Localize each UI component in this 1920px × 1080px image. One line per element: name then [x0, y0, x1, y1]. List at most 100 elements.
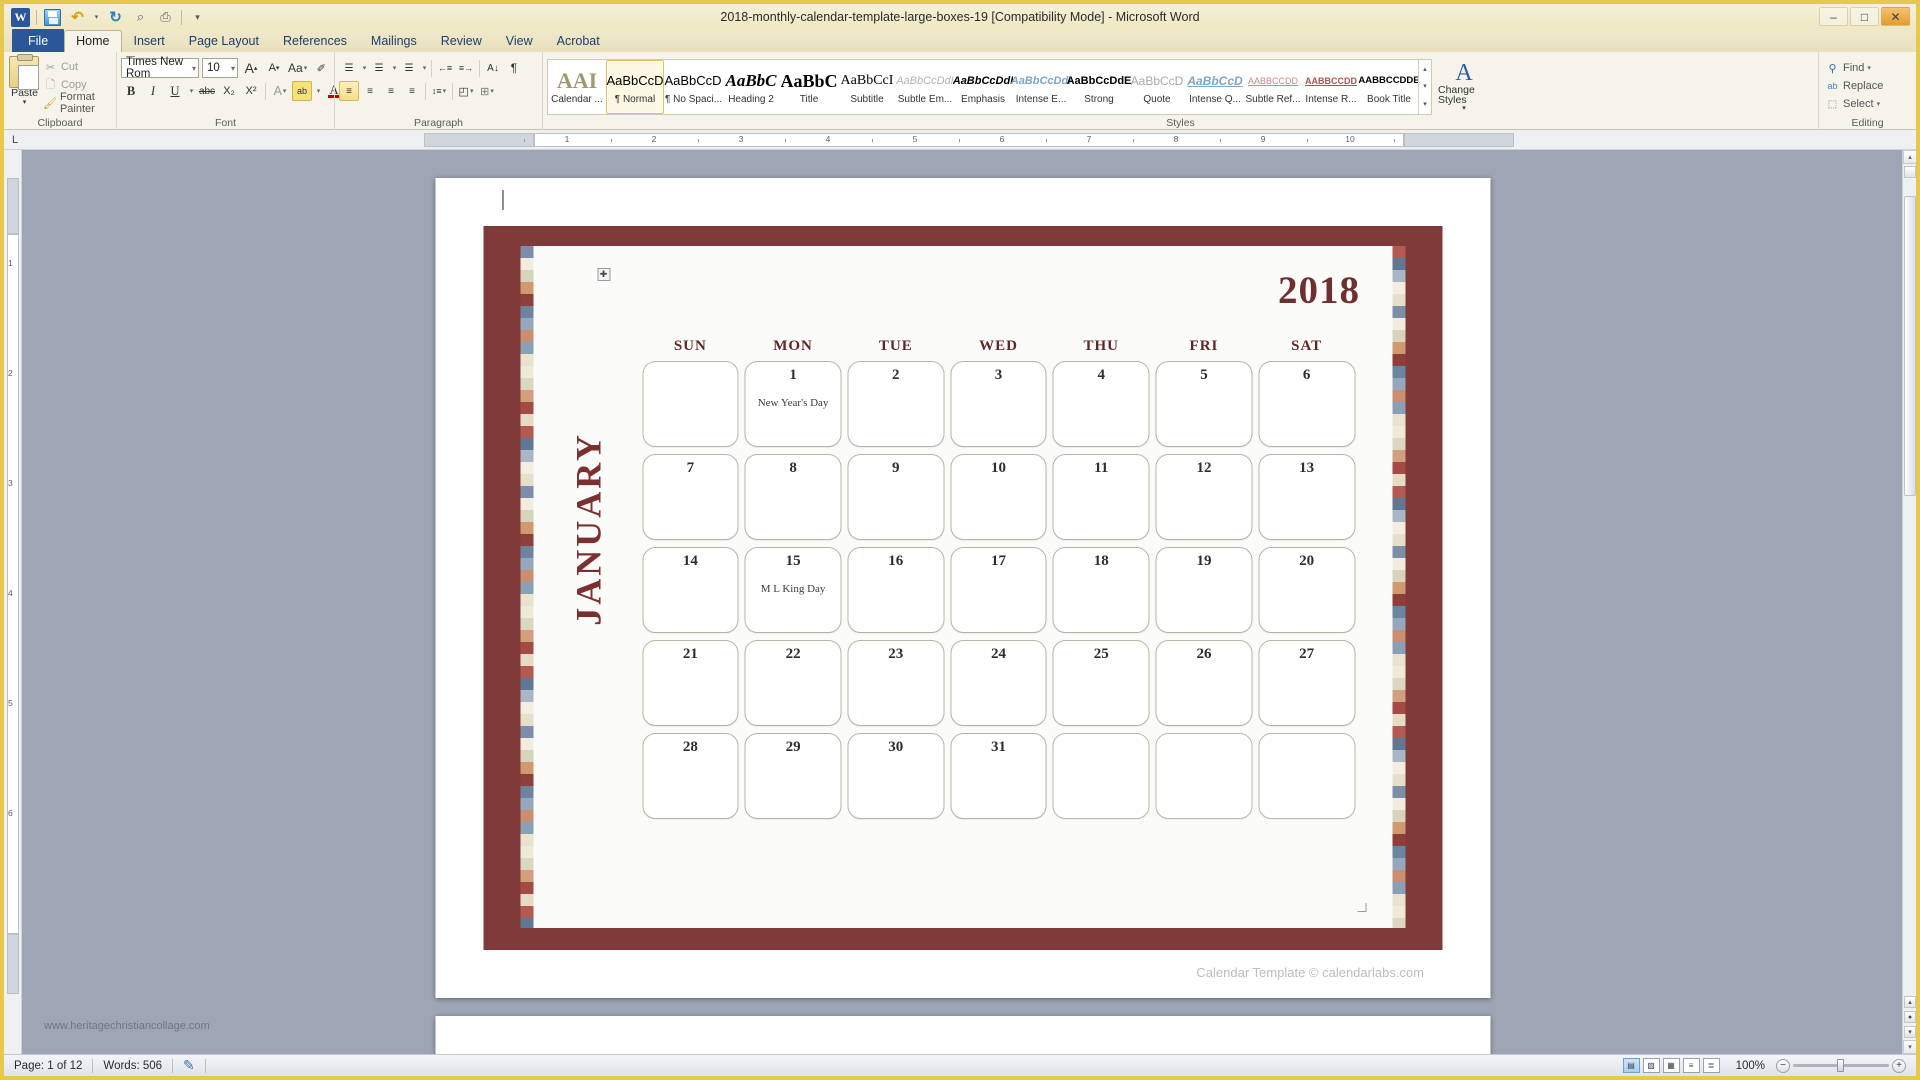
maximize-button[interactable]: □	[1850, 7, 1879, 26]
shrink-font-icon[interactable]: A ▾	[264, 58, 284, 78]
calendar-day-cell[interactable]: 5	[1155, 361, 1253, 447]
sort-icon[interactable]: A↓	[483, 58, 503, 78]
style-calendar[interactable]: AAI Calendar ...	[548, 60, 606, 114]
style-normal[interactable]: AaBbCcD ¶ Normal	[606, 59, 664, 114]
calendar-day-cell[interactable]: 22	[744, 640, 842, 726]
tab-review[interactable]: Review	[429, 30, 494, 52]
tab-references[interactable]: References	[271, 30, 359, 52]
multilevel-caret-icon[interactable]: ▾	[420, 58, 428, 78]
bullets-caret-icon[interactable]: ▾	[360, 58, 368, 78]
print-icon[interactable]: ⎙	[156, 8, 175, 27]
style-intense-emphasis[interactable]: AaBbCcDdI Intense E...	[1011, 60, 1072, 114]
strikethrough-button[interactable]: abc	[197, 81, 217, 101]
save-icon[interactable]	[43, 8, 62, 27]
tab-acrobat[interactable]: Acrobat	[545, 30, 612, 52]
style-strong[interactable]: AaBbCcDdE Strong	[1067, 60, 1132, 114]
styles-scroll-down-icon[interactable]: ▾	[1419, 78, 1431, 95]
numbering-caret-icon[interactable]: ▾	[390, 58, 398, 78]
calendar-day-cell[interactable]: 20	[1258, 547, 1356, 633]
select-caret-icon[interactable]: ▾	[1877, 100, 1881, 108]
calendar-day-cell[interactable]: 24	[950, 640, 1047, 726]
underline-caret-icon[interactable]: ▾	[187, 81, 195, 101]
calendar-day-cell[interactable]: 17	[950, 547, 1047, 633]
calendar-day-cell[interactable]: 3	[950, 361, 1047, 447]
undo-dropdown-icon[interactable]: ▾	[93, 8, 100, 27]
align-left-button[interactable]: ≡	[339, 81, 359, 101]
calendar-day-cell[interactable]: 19	[1155, 547, 1253, 633]
calendar-day-cell[interactable]: 16	[847, 547, 945, 633]
split-bar-handle[interactable]	[1904, 166, 1916, 178]
calendar-empty-cell[interactable]	[642, 361, 739, 447]
calendar-day-cell[interactable]: 29	[744, 733, 842, 819]
tab-page-layout[interactable]: Page Layout	[177, 30, 271, 52]
font-size-input[interactable]: 10 ▾	[202, 58, 238, 78]
change-styles-button[interactable]: A Change Styles ▾	[1438, 61, 1490, 112]
view-web-layout-button[interactable]: ▦	[1662, 1058, 1680, 1073]
styles-more-icon[interactable]: ▾	[1419, 96, 1431, 113]
zoom-slider-handle[interactable]	[1837, 1059, 1844, 1072]
highlight-caret-icon[interactable]: ▾	[314, 81, 322, 101]
clear-formatting-icon[interactable]: ✐	[311, 58, 331, 78]
align-center-button[interactable]: ≡	[360, 81, 380, 101]
calendar-day-cell[interactable]: 10	[950, 454, 1047, 540]
view-outline-button[interactable]: ≡	[1682, 1058, 1700, 1073]
bold-button[interactable]: B	[121, 81, 141, 101]
decrease-indent-icon[interactable]: ←≡	[435, 58, 455, 78]
calendar-day-cell[interactable]: 27	[1258, 640, 1356, 726]
view-draft-button[interactable]: ≣	[1702, 1058, 1720, 1073]
text-effects-icon[interactable]: A ▾	[270, 81, 290, 101]
increase-indent-icon[interactable]: ≡→	[456, 58, 476, 78]
format-painter-button[interactable]: 🖌 Format Painter	[41, 91, 112, 115]
scroll-thumb[interactable]	[1904, 196, 1916, 496]
calendar-day-cell[interactable]: 11	[1052, 454, 1150, 540]
style-heading-2[interactable]: AaBbC Heading 2	[722, 60, 780, 114]
paste-button[interactable]: Paste ▾	[8, 54, 41, 106]
numbering-icon[interactable]: ☰	[369, 58, 389, 78]
calendar-day-cell[interactable]: 8	[744, 454, 842, 540]
paste-caret-icon[interactable]: ▾	[23, 99, 27, 106]
bullets-icon[interactable]: ☰	[339, 58, 359, 78]
zoom-out-button[interactable]: −	[1776, 1058, 1790, 1073]
show-formatting-marks-icon[interactable]: ¶	[504, 58, 524, 78]
style-book-title[interactable]: AABBCCDDE Book Title	[1358, 60, 1419, 114]
browse-object-button[interactable]: ●	[1904, 1011, 1916, 1023]
zoom-level[interactable]: 100%	[1736, 1055, 1773, 1077]
tab-selector-icon[interactable]: L	[4, 130, 26, 150]
calendar-day-cell[interactable]: 23	[847, 640, 945, 726]
justify-button[interactable]: ≡	[402, 81, 422, 101]
tab-insert[interactable]: Insert	[122, 30, 177, 52]
tab-view[interactable]: View	[494, 30, 545, 52]
calendar-day-cell[interactable]: 2	[847, 361, 945, 447]
print-preview-icon[interactable]: ⌕	[131, 8, 150, 27]
table-move-handle[interactable]: ✚	[597, 268, 610, 281]
customize-qat-icon[interactable]: ▾	[188, 8, 207, 27]
calendar-day-cell[interactable]: 7	[642, 454, 739, 540]
calendar-day-cell[interactable]: 30	[847, 733, 945, 819]
calendar-day-cell[interactable]: 9	[847, 454, 945, 540]
calendar-day-cell[interactable]: 28	[642, 733, 739, 819]
calendar-day-cell[interactable]: 31	[950, 733, 1047, 819]
change-case-icon[interactable]: Aa ▾	[287, 58, 308, 78]
italic-button[interactable]: I	[143, 81, 163, 101]
horizontal-ruler[interactable]: 1 2 3 4 5 6 7 8 9 10	[34, 132, 1908, 147]
borders-icon[interactable]: ⊞ ▾	[477, 81, 497, 101]
calendar-day-cell[interactable]: 26	[1155, 640, 1253, 726]
vertical-ruler[interactable]: 1 2 3 4 5 6	[4, 150, 22, 1054]
align-right-button[interactable]: ≡	[381, 81, 401, 101]
calendar-day-cell[interactable]: 14	[642, 547, 739, 633]
word-logo-icon[interactable]: W	[11, 7, 30, 27]
find-button[interactable]: ⚲ Find ▾	[1823, 59, 1873, 77]
minimize-button[interactable]: –	[1819, 7, 1848, 26]
previous-page-button[interactable]: ▴	[1904, 996, 1916, 1008]
cut-button[interactable]: ✂ Cut	[41, 58, 112, 76]
view-print-layout-button[interactable]: ▤	[1622, 1058, 1640, 1073]
font-size-caret-icon[interactable]: ▾	[229, 64, 235, 73]
calendar-day-cell[interactable]: 6	[1258, 361, 1356, 447]
tab-file[interactable]: File	[12, 29, 65, 52]
calendar-day-cell[interactable]: 25	[1052, 640, 1150, 726]
shading-icon[interactable]: ◰ ▾	[456, 81, 476, 101]
document-page-1[interactable]: ✚ 2018 JANUARY SUN MON TUE WED THU FRI S…	[435, 178, 1490, 998]
calendar-empty-cell[interactable]	[1258, 733, 1356, 819]
scroll-up-button[interactable]: ▴	[1903, 150, 1916, 164]
calendar-day-cell[interactable]: 12	[1155, 454, 1253, 540]
